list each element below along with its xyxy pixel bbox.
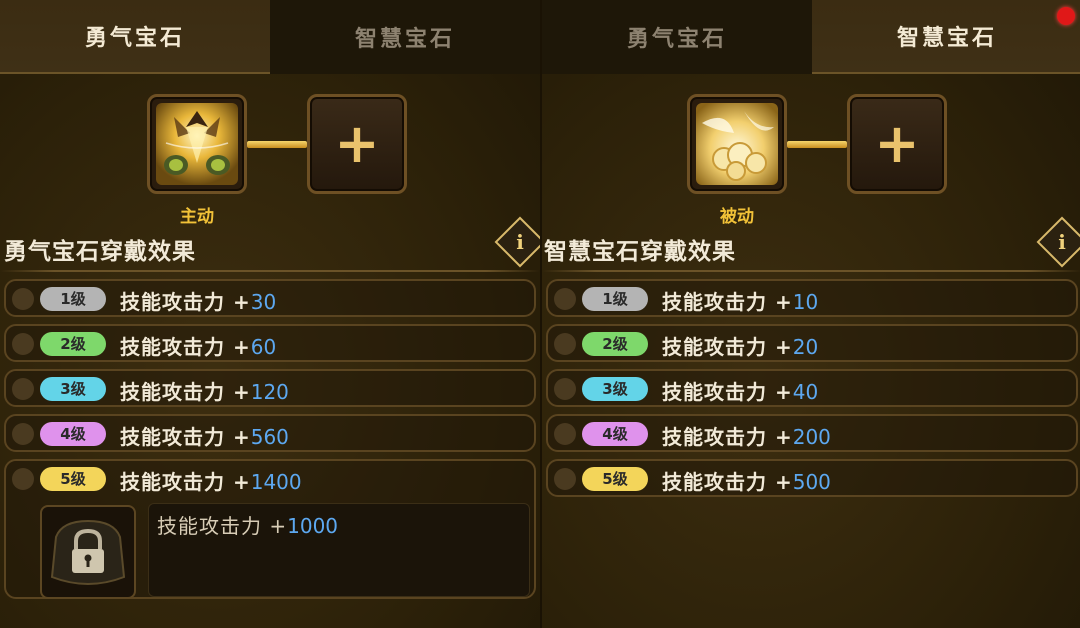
section-title: 勇气宝石穿戴效果 <box>4 239 196 265</box>
effect-value: 40 <box>792 380 819 404</box>
effect-text: 技能攻击力 +200 <box>662 425 831 449</box>
effect-value: 60 <box>250 335 277 359</box>
info-button[interactable]: i <box>1036 216 1080 268</box>
bonus-value: 1000 <box>287 514 339 538</box>
effect-value: 500 <box>792 470 831 494</box>
divider <box>542 270 1080 272</box>
status-dot <box>554 288 576 310</box>
add-gem-slot[interactable]: + <box>307 94 407 194</box>
tab-courage-gem[interactable]: 勇气宝石 <box>0 0 270 74</box>
info-button[interactable]: i <box>494 216 540 268</box>
status-dot <box>12 468 34 490</box>
effect-row-level-3: 3级 技能攻击力 +40 <box>546 369 1078 407</box>
locked-slot[interactable] <box>40 505 136 599</box>
level-badge: 4级 <box>40 422 106 446</box>
gem-type-label: 主动 <box>180 207 214 227</box>
courage-gem-icon <box>156 103 238 185</box>
effect-row-level-1: 1级 技能攻击力 +30 <box>4 279 536 317</box>
status-dot <box>554 468 576 490</box>
effect-row-level-2: 2级 技能攻击力 +20 <box>546 324 1078 362</box>
effect-text: 技能攻击力 +40 <box>662 380 819 404</box>
gem-tabs: 勇气宝石 智慧宝石 <box>0 0 540 74</box>
section-title: 智慧宝石穿戴效果 <box>544 239 736 265</box>
effect-value: 560 <box>250 425 289 449</box>
effect-value: 30 <box>250 290 277 314</box>
effect-value: 1400 <box>250 470 302 494</box>
effect-text: 技能攻击力 +20 <box>662 335 819 359</box>
gem-tabs: 勇气宝石 智慧宝石 <box>542 0 1080 74</box>
effect-row-level-4: 4级 技能攻击力 +200 <box>546 414 1078 452</box>
status-dot <box>12 423 34 445</box>
notification-dot <box>1057 7 1075 25</box>
status-dot <box>554 378 576 400</box>
info-icon: i <box>1058 230 1066 254</box>
gem-connector <box>787 141 847 148</box>
effect-row-level-4: 4级 技能攻击力 +560 <box>4 414 536 452</box>
effect-text: 技能攻击力 +60 <box>120 335 277 359</box>
effect-row-level-3: 3级 技能攻击力 +120 <box>4 369 536 407</box>
status-dot <box>12 288 34 310</box>
level-badge: 3级 <box>40 377 106 401</box>
wisdom-gem-icon <box>696 103 778 185</box>
effect-text: 技能攻击力 +1400 <box>120 470 302 494</box>
tab-wisdom-gem[interactable]: 智慧宝石 <box>812 0 1080 74</box>
add-gem-slot[interactable]: + <box>847 94 947 194</box>
effect-text: 技能攻击力 +120 <box>120 380 289 404</box>
effect-value: 120 <box>250 380 289 404</box>
gem-type-label: 被动 <box>720 207 754 227</box>
wisdom-gem-panel: 勇气宝石 智慧宝石 + 被动 智慧宝石穿戴效果 i 1级 技能攻击力 +10 2… <box>540 0 1080 628</box>
effect-text: 技能攻击力 +30 <box>120 290 277 314</box>
bonus-panel: 技能攻击力 +1000 <box>148 503 530 597</box>
status-dot <box>554 423 576 445</box>
courage-gem-panel: 勇气宝石 智慧宝石 + 主动 勇气宝石穿戴效果 i 1级 技能攻击力 +30 2… <box>0 0 540 628</box>
plus-icon: + <box>334 112 380 175</box>
effect-text: 技能攻击力 +560 <box>120 425 289 449</box>
effect-text: 技能攻击力 +10 <box>662 290 819 314</box>
bonus-effect-text: 技能攻击力 +1000 <box>157 514 339 538</box>
wisdom-gem-slot[interactable] <box>687 94 787 194</box>
level-badge: 4级 <box>582 422 648 446</box>
effect-row-level-5: 5级 技能攻击力 +1400 技能攻击力 +1000 <box>4 459 536 599</box>
status-dot <box>12 333 34 355</box>
info-icon: i <box>516 230 524 254</box>
level-badge: 1级 <box>40 287 106 311</box>
level-badge: 5级 <box>40 467 106 491</box>
effect-value: 200 <box>792 425 831 449</box>
level-badge: 2级 <box>582 332 648 356</box>
effect-row-level-2: 2级 技能攻击力 +60 <box>4 324 536 362</box>
level-badge: 3级 <box>582 377 648 401</box>
tab-wisdom-gem[interactable]: 智慧宝石 <box>270 0 540 74</box>
plus-icon: + <box>874 112 920 175</box>
status-dot <box>12 378 34 400</box>
effect-row-level-5: 5级 技能攻击力 +500 <box>546 459 1078 497</box>
level-badge: 5级 <box>582 467 648 491</box>
lock-icon <box>50 519 126 585</box>
divider <box>0 270 540 272</box>
effect-value: 10 <box>792 290 819 314</box>
effect-text: 技能攻击力 +500 <box>662 470 831 494</box>
courage-gem-slot[interactable] <box>147 94 247 194</box>
effect-row-level-1: 1级 技能攻击力 +10 <box>546 279 1078 317</box>
gem-connector <box>247 141 307 148</box>
level-badge: 1级 <box>582 287 648 311</box>
effect-value: 20 <box>792 335 819 359</box>
tab-courage-gem[interactable]: 勇气宝石 <box>542 0 812 74</box>
status-dot <box>554 333 576 355</box>
level-badge: 2级 <box>40 332 106 356</box>
